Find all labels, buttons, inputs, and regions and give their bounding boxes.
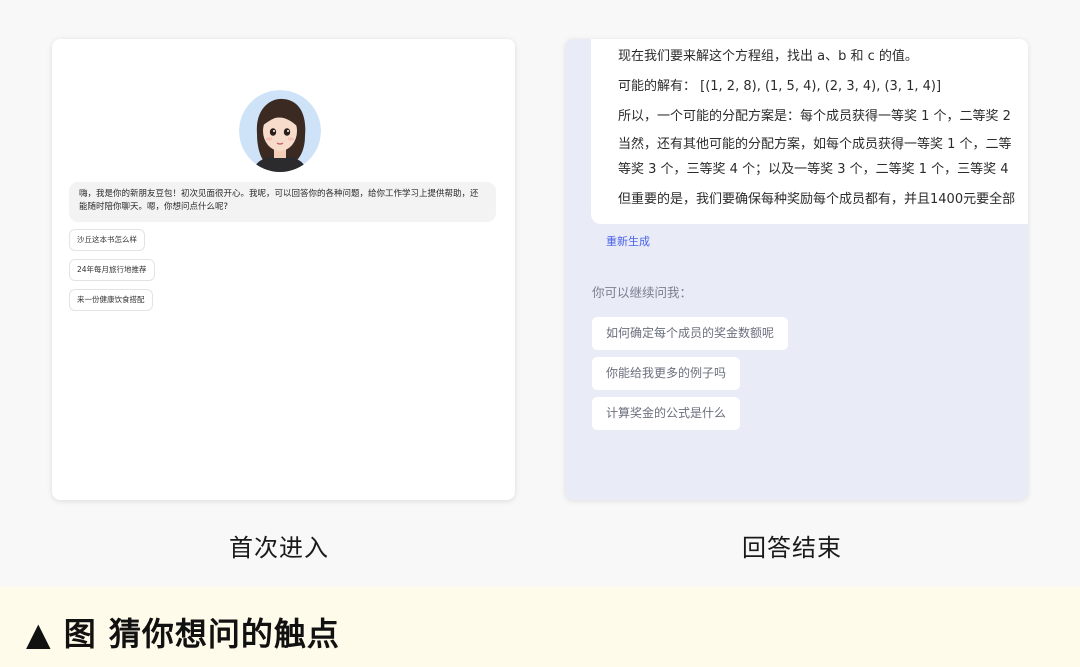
answer-line: 可能的解有： [(1, 2, 8), (1, 5, 4), (2, 3, 4),… <box>618 79 942 94</box>
answer-line: 等奖 3 个，三等奖 4 个；以及一等奖 3 个，二等奖 1 个，三等奖 4 <box>618 162 1009 177</box>
first-entry-screen: 嗨，我是你的新朋友豆包！初次见面很开心。我呢，可以回答你的各种问题，给你工作学习… <box>52 39 515 500</box>
answer-line: 现在我们要来解这个方程组，找出 a、b 和 c 的值。 <box>618 49 918 64</box>
answer-bubble: 现在我们要来解这个方程组，找出 a、b 和 c 的值。 可能的解有： [(1, … <box>591 39 1028 224</box>
suggestion-chip[interactable]: 来一份健康饮食搭配 <box>69 289 153 311</box>
caption-answer-end: 回答结束 <box>742 534 842 562</box>
figure-banner: ▲ 图 猜你想问的触点 <box>0 587 1080 667</box>
follow-up-chip[interactable]: 如何确定每个成员的奖金数额呢 <box>592 317 789 350</box>
figure-caption: ▲ 图 猜你想问的触点 <box>26 615 340 653</box>
follow-up-chip[interactable]: 计算奖金的公式是什么 <box>592 397 741 430</box>
suggestion-chip[interactable]: 沙丘这本书怎么样 <box>69 229 145 251</box>
answer-line: 当然，还有其他可能的分配方案，如每个成员获得一等奖 1 个，二等 <box>618 137 1012 152</box>
suggestion-chip[interactable]: 24年每月旅行地推荐 <box>69 259 155 281</box>
answer-line: 但重要的是，我们要确保每种奖励每个成员都有，并且1400元要全部 <box>618 192 1016 207</box>
follow-up-chip[interactable]: 你能给我更多的例子吗 <box>592 357 741 390</box>
greeting-message: 嗨，我是你的新朋友豆包！初次见面很开心。我呢，可以回答你的各种问题，给你工作学习… <box>69 182 496 222</box>
follow-up-title: 你可以继续问我： <box>592 285 693 300</box>
regenerate-button[interactable]: 重新生成 <box>606 233 650 249</box>
caption-first-entry: 首次进入 <box>229 534 329 562</box>
answer-end-screen: 现在我们要来解这个方程组，找出 a、b 和 c 的值。 可能的解有： [(1, … <box>565 39 1028 500</box>
assistant-avatar <box>239 90 321 172</box>
avatar-illustration-icon <box>239 90 321 172</box>
answer-line: 所以，一个可能的分配方案是：每个成员获得一等奖 1 个，二等奖 2 <box>618 109 1011 124</box>
